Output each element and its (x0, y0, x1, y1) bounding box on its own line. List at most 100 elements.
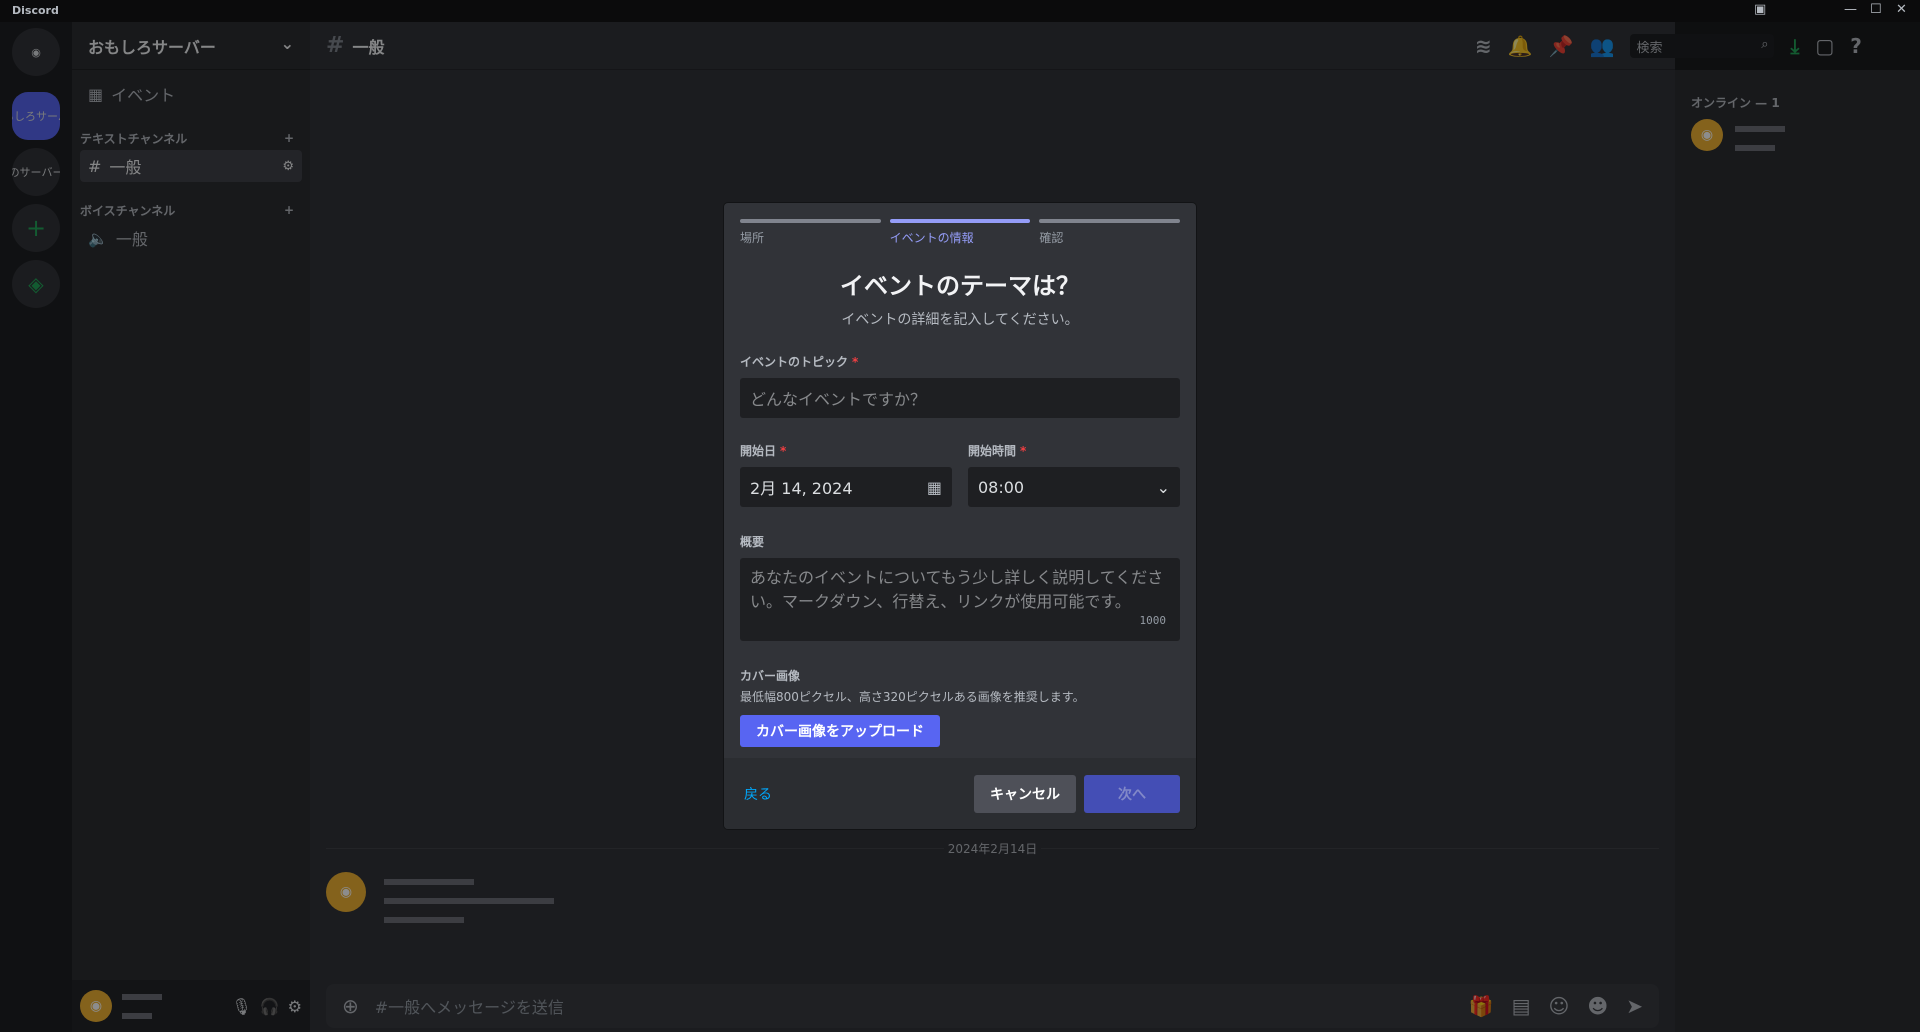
member-name-redacted (1733, 119, 1787, 157)
cancel-button[interactable]: キャンセル (974, 774, 1076, 813)
date-value: 2月 14, 2024 (750, 479, 853, 498)
topic-placeholder: どんなイベントですか？ (750, 390, 927, 409)
channel-item-general[interactable]: # 一般 ⚙ (80, 150, 302, 182)
server-icon[interactable]: のサーバー (12, 148, 60, 196)
pin-icon[interactable]: 📌 (1549, 34, 1574, 58)
date-divider: 2024年2月14日 (310, 840, 1675, 857)
modal-title: イベントのテーマは？ (840, 272, 1080, 300)
app-title: Discord (12, 4, 59, 17)
modal-subtitle: イベントの詳細を記入してください。 (841, 312, 1079, 328)
add-attachment-icon[interactable]: ⊕ (342, 994, 359, 1018)
send-icon[interactable]: ➤ (1626, 994, 1643, 1018)
modal-footer: 戻る キャンセル 次へ (724, 758, 1196, 829)
channel-title: 一般 (352, 37, 385, 57)
step-confirm: 確認 (1039, 219, 1181, 246)
topic-label: イベントのトピック * (740, 355, 859, 369)
step-event-info: イベントの情報 (889, 219, 1031, 246)
user-panel: ◉ 🎙 🎧 ⚙ (72, 980, 310, 1032)
avatar: ◉ (1691, 119, 1723, 151)
channel-header: # 一般 ≋ 🔔 📌 👥 検索 ⌕ ⤓ ▢ ? (310, 22, 1862, 70)
sticker-icon[interactable]: ☺ (1549, 994, 1570, 1018)
server-header[interactable]: おもしろサーバー ⌄ (72, 22, 310, 70)
member-list: オンライン — 1 ◉ (1675, 70, 1920, 1032)
search-placeholder: 検索 (1636, 41, 1663, 56)
events-label: イベント (111, 86, 176, 105)
online-header: オンライン — 1 (1691, 96, 1780, 110)
gif-icon[interactable]: ▤ (1512, 994, 1531, 1018)
hash-icon: # (326, 33, 345, 58)
channel-label: 一般 (115, 230, 148, 249)
date-divider-label: 2024年2月14日 (943, 842, 1042, 856)
chevron-down-icon: ⌄ (280, 34, 294, 53)
overlay-icon[interactable]: ▣ (1754, 2, 1766, 17)
search-input[interactable]: 検索 ⌕ (1630, 34, 1775, 58)
topic-input[interactable]: どんなイベントですか？ (740, 378, 1180, 418)
threads-icon[interactable]: ≋ (1475, 34, 1492, 58)
category-label: テキストチャンネル (80, 131, 188, 146)
discover-icon[interactable]: ◈ (12, 260, 60, 308)
create-event-modal: 場所 イベントの情報 確認 イベントのテーマは？ イベントの詳細を記入してくださ… (724, 203, 1196, 829)
description-placeholder: あなたのイベントについてもう少し詳しく説明してください。マークダウン、行替え、リ… (750, 568, 1164, 611)
title-bar: Discord ▣ — ☐ ✕ (0, 0, 1920, 22)
start-time-select[interactable]: 08:00 ⌄ (968, 467, 1180, 507)
server-name: のサーバー (12, 166, 60, 179)
help-icon[interactable]: ? (1850, 34, 1862, 58)
category-text[interactable]: テキストチャンネル + (72, 126, 310, 150)
category-label: ボイスチャンネル (80, 203, 176, 218)
step-location: 場所 (740, 219, 881, 246)
calendar-icon: ▦ (88, 84, 104, 104)
start-date-label: 開始日 * (740, 444, 787, 458)
server-name: おもしろサーバー (12, 110, 60, 123)
home-button[interactable]: ◉ (12, 28, 60, 76)
start-date-input[interactable]: 2月 14, 2024 ▦ (740, 467, 952, 507)
add-server-button[interactable]: + (12, 204, 60, 252)
settings-icon[interactable]: ⚙ (282, 159, 294, 174)
gift-icon[interactable]: 🎁 (1469, 994, 1494, 1018)
start-time-label: 開始時間 * (968, 444, 1027, 458)
discord-logo-icon: ◉ (31, 45, 41, 59)
server-icon[interactable]: おもしろサーバー (12, 92, 60, 140)
server-rail: ◉ おもしろサーバー のサーバー + ◈ (0, 22, 72, 1032)
speaker-icon: 🔈 (88, 228, 108, 248)
members-icon[interactable]: 👥 (1590, 34, 1615, 58)
bell-icon[interactable]: 🔔 (1508, 34, 1533, 58)
chevron-down-icon: ⌄ (1156, 477, 1170, 497)
voice-channel-general[interactable]: 🔈 一般 (80, 222, 302, 254)
composer-placeholder: #一般へメッセージを送信 (374, 998, 564, 1017)
step-progress: 場所 イベントの情報 確認 (724, 203, 1196, 246)
microphone-icon[interactable]: 🎙 (231, 997, 251, 1016)
description-textarea[interactable]: あなたのイベントについてもう少し詳しく説明してください。マークダウン、行替え、リ… (740, 558, 1180, 641)
maximize-button[interactable]: ☐ (1870, 2, 1882, 17)
inbox-icon[interactable]: ▢ (1815, 34, 1834, 58)
back-button[interactable]: 戻る (744, 784, 772, 804)
calendar-icon[interactable]: ▦ (927, 478, 942, 497)
hash-icon: # (88, 156, 102, 176)
headphones-icon[interactable]: 🎧 (260, 997, 280, 1016)
next-button[interactable]: 次へ (1084, 774, 1180, 813)
add-channel-icon[interactable]: + (284, 131, 294, 145)
username-redacted (120, 987, 164, 1025)
upload-cover-button[interactable]: カバー画像をアップロード (740, 715, 940, 747)
member-item[interactable]: ◉ (1691, 119, 1904, 157)
time-value: 08:00 (978, 477, 1025, 497)
add-channel-icon[interactable]: + (284, 203, 294, 217)
minimize-button[interactable]: — (1844, 2, 1857, 17)
events-item[interactable]: ▦ イベント (80, 78, 302, 110)
search-icon: ⌕ (1761, 37, 1769, 52)
description-label: 概要 (740, 535, 765, 549)
message-composer[interactable]: ⊕ #一般へメッセージを送信 🎁 ▤ ☺ ☻ ➤ (326, 984, 1659, 1028)
avatar[interactable]: ◉ (80, 990, 112, 1022)
message: ◉ (326, 872, 556, 929)
avatar[interactable]: ◉ (326, 872, 366, 912)
gear-icon[interactable]: ⚙ (288, 997, 302, 1016)
char-counter: 1000 (1139, 614, 1167, 627)
channel-sidebar: おもしろサーバー ⌄ ▦ イベント テキストチャンネル + # 一般 ⚙ ボイスチャンネル… (72, 22, 310, 1032)
channel-label: 一般 (109, 158, 142, 177)
cover-hint: 最低幅800ピクセル、高さ320ピクセルある画像を推奨します。 (740, 690, 1085, 704)
download-icon[interactable]: ⤓ (1790, 34, 1799, 58)
cover-label: カバー画像 (740, 669, 801, 683)
emoji-icon[interactable]: ☻ (1587, 994, 1608, 1018)
category-voice[interactable]: ボイスチャンネル + (72, 198, 310, 222)
close-button[interactable]: ✕ (1896, 2, 1907, 17)
server-name: おもしろサーバー (88, 38, 216, 57)
